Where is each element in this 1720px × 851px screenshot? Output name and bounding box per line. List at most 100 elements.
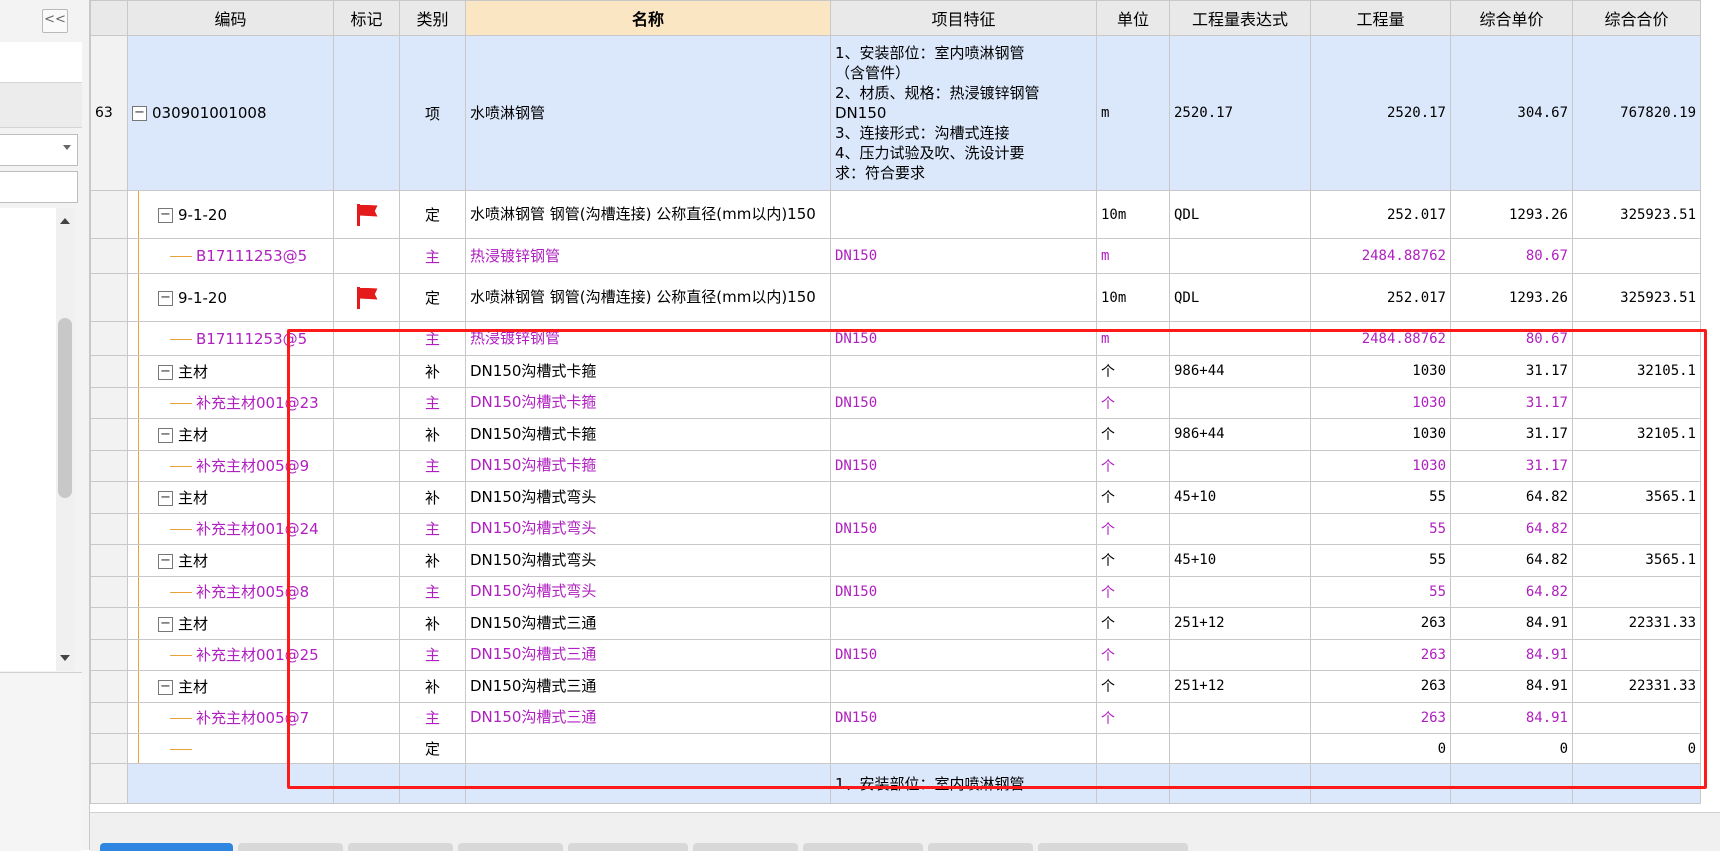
row-qty[interactable]: 1030 [1310, 355, 1451, 388]
row-expr[interactable] [1169, 386, 1311, 419]
row-price[interactable]: 1293.26 [1450, 190, 1573, 239]
row-total[interactable]: 32105.1 [1572, 355, 1701, 388]
row-qty[interactable]: 55 [1310, 544, 1451, 577]
row-mark[interactable] [333, 544, 400, 577]
row-unit[interactable]: m [1096, 238, 1170, 274]
row-qty[interactable]: 252.017 [1310, 190, 1451, 239]
row-expr[interactable]: 2520.17 [1169, 35, 1311, 191]
table-row[interactable]: −9-1-20 定 水喷淋钢管 钢管(沟槽连接) 公称直径(mm以内)150 1… [90, 190, 1701, 239]
row-type[interactable]: 定 [399, 273, 466, 322]
col-header-mark[interactable]: 标记 [333, 0, 400, 36]
table-row[interactable]: B17111253@5 主 热浸镀锌钢管 DN150 m 2484.88762 … [90, 321, 1701, 356]
col-header-name[interactable]: 名称 [465, 0, 831, 36]
table-row[interactable]: − 主材 补 DN150沟槽式卡箍 个 986+44 1030 31.17 32105.1 [90, 355, 1701, 388]
row-type[interactable]: 主 [399, 238, 466, 274]
left-panel-search-input[interactable] [0, 171, 78, 203]
row-qty[interactable]: 55 [1310, 481, 1451, 514]
row-total[interactable] [1572, 701, 1701, 734]
row-unit[interactable]: m [1096, 321, 1170, 356]
row-qty[interactable]: 55 [1310, 575, 1451, 608]
row-expr[interactable]: 251+12 [1169, 670, 1311, 703]
collapse-icon[interactable]: − [158, 290, 173, 306]
row-expr[interactable] [1169, 449, 1311, 482]
row-expr[interactable] [1169, 321, 1311, 356]
row-name[interactable]: DN150沟槽式三通 [465, 607, 831, 640]
row-feature[interactable]: DN150 [830, 512, 1097, 545]
left-panel-scrollbar[interactable] [56, 208, 74, 671]
row-unit[interactable]: 个 [1096, 512, 1170, 545]
table-row[interactable]: − 主材 补 DN150沟槽式卡箍 个 986+44 1030 31.17 32105.1 [90, 418, 1701, 451]
row-feature[interactable]: 1、安装部位：室内喷淋钢管 [830, 763, 1097, 804]
row-total[interactable]: 22331.33 [1572, 670, 1701, 703]
collapse-icon[interactable]: − [158, 553, 173, 569]
row-mark[interactable] [333, 701, 400, 734]
collapse-icon[interactable]: − [158, 679, 173, 695]
row-feature[interactable] [830, 481, 1097, 514]
row-price[interactable]: 64.82 [1450, 481, 1573, 514]
row-price[interactable]: 304.67 [1450, 35, 1573, 191]
row-total[interactable]: 325923.51 [1572, 190, 1701, 239]
row-mark[interactable] [333, 449, 400, 482]
table-row[interactable]: B17111253@5 主 热浸镀锌钢管 DN150 m 2484.88762 … [90, 238, 1701, 274]
row-expr[interactable]: QDL [1169, 273, 1311, 322]
row-mark[interactable] [333, 638, 400, 671]
row-unit[interactable]: 个 [1096, 670, 1170, 703]
row-code[interactable]: −9-1-20 [127, 190, 334, 239]
row-qty[interactable] [1310, 763, 1451, 804]
row-feature[interactable] [830, 733, 1097, 764]
row-price[interactable]: 31.17 [1450, 386, 1573, 419]
row-name[interactable]: 水喷淋钢管 [465, 35, 831, 191]
row-code[interactable]: −030901001008 [127, 35, 334, 191]
row-price[interactable]: 31.17 [1450, 355, 1573, 388]
row-type[interactable]: 补 [399, 544, 466, 577]
row-total[interactable]: 32105.1 [1572, 418, 1701, 451]
row-feature[interactable] [830, 670, 1097, 703]
row-unit[interactable]: 个 [1096, 418, 1170, 451]
row-type[interactable]: 主 [399, 512, 466, 545]
row-code[interactable]: − 主材 [127, 670, 334, 703]
row-qty[interactable]: 263 [1310, 701, 1451, 734]
row-mark[interactable] [333, 35, 400, 191]
row-total[interactable]: 22331.33 [1572, 607, 1701, 640]
row-unit[interactable]: 个 [1096, 449, 1170, 482]
collapse-icon[interactable]: − [158, 490, 173, 506]
row-mark[interactable] [333, 670, 400, 703]
row-mark[interactable] [333, 386, 400, 419]
col-header-total[interactable]: 综合合价 [1572, 0, 1701, 36]
row-code[interactable]: − 主材 [127, 481, 334, 514]
row-mark[interactable] [333, 512, 400, 545]
row-qty[interactable]: 2484.88762 [1310, 321, 1451, 356]
col-header-price[interactable]: 综合单价 [1450, 0, 1573, 36]
row-unit[interactable]: 个 [1096, 638, 1170, 671]
row-expr[interactable]: 986+44 [1169, 418, 1311, 451]
col-header-expr[interactable]: 工程量表达式 [1169, 0, 1311, 36]
row-feature[interactable] [830, 418, 1097, 451]
row-mark[interactable] [333, 238, 400, 274]
row-feature[interactable]: DN150 [830, 449, 1097, 482]
row-code[interactable]: 补充主材001@25 [127, 638, 334, 671]
row-type[interactable]: 定 [399, 733, 466, 764]
row-total[interactable] [1572, 321, 1701, 356]
row-name[interactable]: 水喷淋钢管 钢管(沟槽连接) 公称直径(mm以内)150 [465, 273, 831, 322]
row-name[interactable] [465, 733, 831, 764]
row-unit[interactable]: 个 [1096, 607, 1170, 640]
scrollbar-thumb[interactable] [58, 318, 72, 498]
table-row[interactable]: 补充主材001@24 主 DN150沟槽式弯头 DN150 个 55 64.82 [90, 512, 1701, 545]
row-price[interactable]: 84.91 [1450, 607, 1573, 640]
scroll-down-icon[interactable] [60, 655, 70, 661]
row-feature[interactable] [830, 355, 1097, 388]
table-row[interactable]: 补充主材005@9 主 DN150沟槽式卡箍 DN150 个 1030 31.17 [90, 449, 1701, 482]
table-row[interactable]: 1、安装部位：室内喷淋钢管 [90, 763, 1701, 804]
row-unit[interactable]: 个 [1096, 481, 1170, 514]
row-feature[interactable]: DN150 [830, 238, 1097, 274]
row-price[interactable]: 84.91 [1450, 701, 1573, 734]
row-name[interactable] [465, 763, 831, 804]
table-row[interactable]: 63 −030901001008 项 水喷淋钢管 1、安装部位：室内喷淋钢管 （… [90, 35, 1701, 191]
row-expr[interactable] [1169, 638, 1311, 671]
scroll-up-icon[interactable] [60, 218, 70, 224]
row-name[interactable]: DN150沟槽式卡箍 [465, 355, 831, 388]
row-qty[interactable]: 55 [1310, 512, 1451, 545]
row-expr[interactable] [1169, 701, 1311, 734]
row-total[interactable] [1572, 512, 1701, 545]
row-unit[interactable]: 10m [1096, 273, 1170, 322]
